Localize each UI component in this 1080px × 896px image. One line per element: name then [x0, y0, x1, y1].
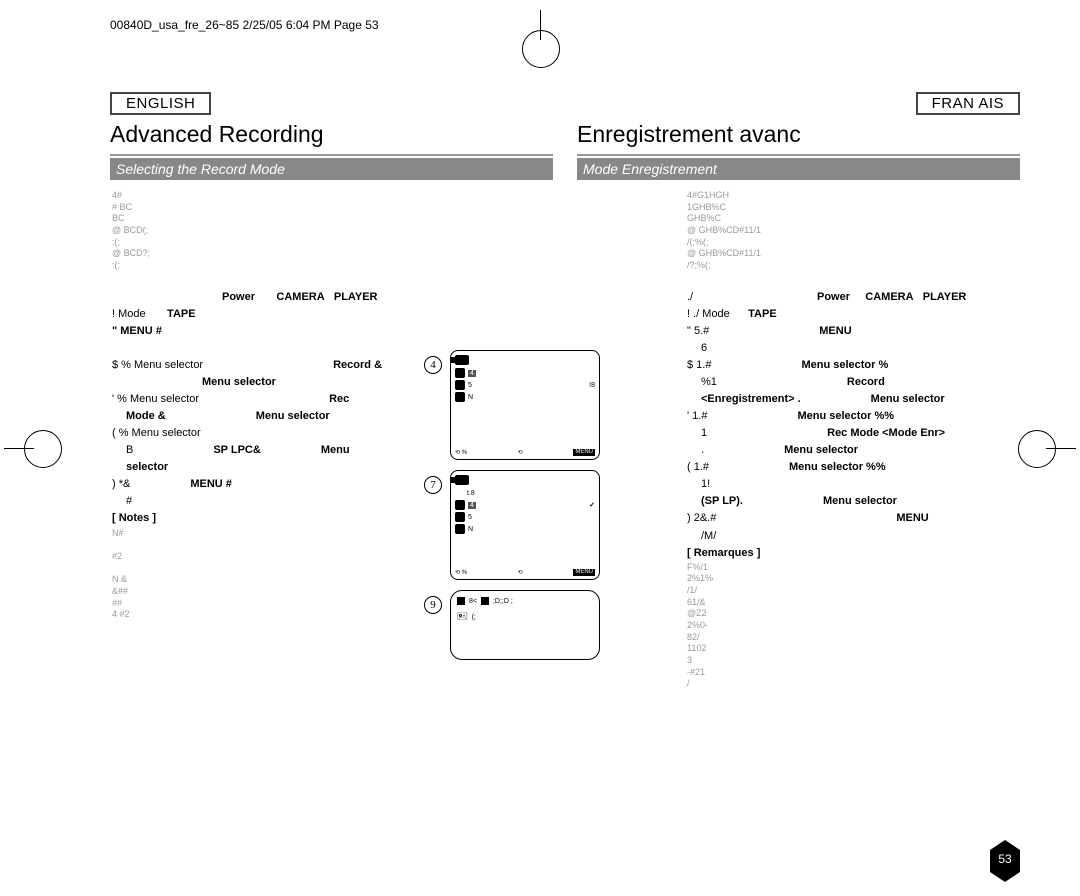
camera-icon	[455, 355, 469, 365]
subheading-en: Selecting the Record Mode	[110, 158, 553, 180]
lcd-screen-2: t.8 4✓ 5 N ⟲ %⟲MENU	[450, 470, 600, 580]
page-number: 53	[990, 850, 1020, 872]
title-fr: Enregistrement avanc	[577, 121, 1020, 148]
registration-mark-right	[1046, 448, 1076, 449]
body-fr: 4#G1HGH 1GHB%C GHB%C @ GHB%CD#11/1 /(;%(…	[577, 190, 1020, 690]
print-slug: 00840D_usa_fre_26~85 2/25/05 6:04 PM Pag…	[110, 18, 1020, 32]
registration-mark-left	[4, 448, 34, 449]
step-7-icon: 7	[424, 476, 442, 494]
camera-icon	[455, 475, 469, 485]
step-9-icon: 9	[424, 596, 442, 614]
lang-tag-fr: FRAN AIS	[916, 92, 1020, 115]
title-en: Advanced Recording	[110, 121, 553, 148]
lang-tag-en: ENGLISH	[110, 92, 211, 115]
check-icon: ✓	[589, 501, 595, 509]
subheading-left-en: Selecting the Record Mode	[110, 158, 285, 180]
subheading-left-fr: Mode Enregistrement	[577, 158, 717, 180]
step-4-icon: 4	[424, 356, 442, 374]
lcd-diagrams: 4 4 5!8 N ⟲ %⟲MENU 7 t.8 4✓ 5 N ⟲ %⟲MENU…	[450, 350, 630, 670]
lcd-screen-1: 4 5!8 N ⟲ %⟲MENU	[450, 350, 600, 460]
notes-head-fr: [ Remarques ]	[687, 545, 1020, 562]
battery-icon	[457, 597, 465, 605]
subheading-fr: Mode Enregistrement	[577, 158, 1020, 180]
lcd-screen-3: 8<;D;;D ; 🖭(;	[450, 590, 600, 660]
column-francais: FRAN AIS Enregistrement avanc Mode Enreg…	[577, 92, 1020, 690]
